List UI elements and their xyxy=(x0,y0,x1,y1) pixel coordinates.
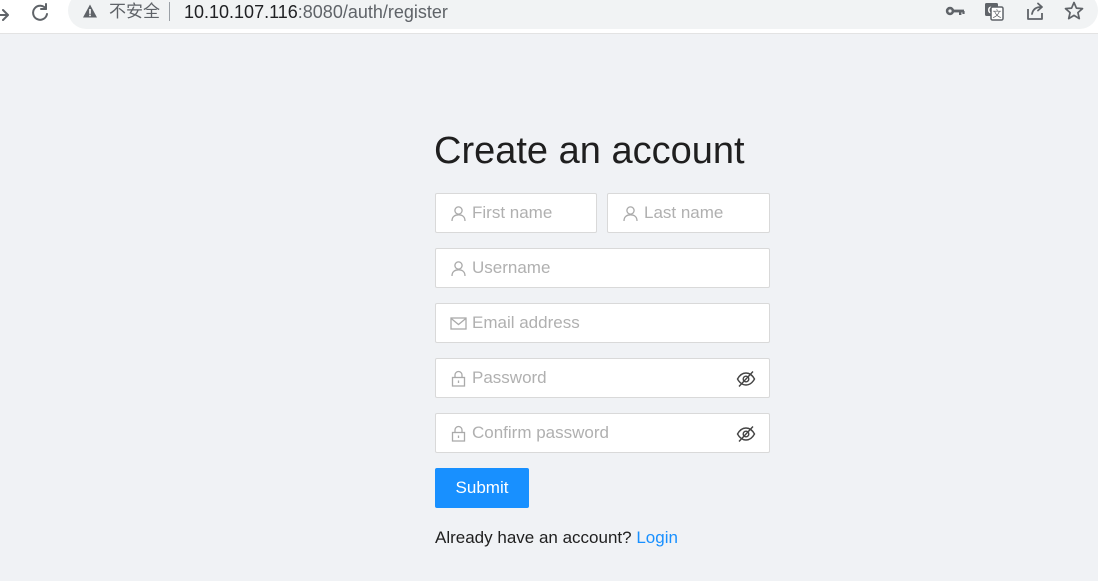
svg-text:文: 文 xyxy=(992,8,1001,19)
share-icon[interactable] xyxy=(1023,0,1047,23)
reload-icon[interactable] xyxy=(28,1,52,25)
browser-toolbar: 不安全 10.10.107.116:8080/auth/register G 文 xyxy=(0,0,1098,34)
divider xyxy=(169,2,170,21)
first-name-field[interactable] xyxy=(435,193,597,233)
lock-icon xyxy=(451,370,466,387)
username-input[interactable] xyxy=(472,249,762,287)
address-bar[interactable]: 不安全 10.10.107.116:8080/auth/register G 文 xyxy=(68,0,1098,29)
login-link[interactable]: Login xyxy=(636,528,678,547)
key-icon[interactable] xyxy=(943,0,967,23)
password-input[interactable] xyxy=(472,359,722,397)
star-icon[interactable] xyxy=(1062,0,1086,23)
email-input[interactable] xyxy=(472,304,762,342)
url-host: 10.10.107.116 xyxy=(184,2,298,22)
login-prompt-text: Already have an account? xyxy=(435,528,632,547)
page-title: Create an account xyxy=(434,130,745,172)
username-field[interactable] xyxy=(435,248,770,288)
last-name-field[interactable] xyxy=(607,193,770,233)
url-text[interactable]: 10.10.107.116:8080/auth/register xyxy=(184,3,448,21)
confirm-password-input[interactable] xyxy=(472,414,722,452)
password-field[interactable] xyxy=(435,358,770,398)
eye-invisible-icon[interactable] xyxy=(736,369,756,389)
user-icon xyxy=(451,261,466,277)
lock-icon xyxy=(451,425,466,442)
submit-button[interactable]: Submit xyxy=(435,468,529,508)
mail-icon xyxy=(450,317,467,330)
insecure-label[interactable]: 不安全 xyxy=(109,3,160,20)
first-name-input[interactable] xyxy=(472,194,592,232)
back-icon[interactable] xyxy=(0,3,16,27)
url-path: :8080/auth/register xyxy=(297,2,448,22)
email-field[interactable] xyxy=(435,303,770,343)
user-icon xyxy=(451,206,466,222)
eye-invisible-icon[interactable] xyxy=(736,424,756,444)
warning-icon[interactable] xyxy=(82,3,98,19)
login-prompt: Already have an account? Login xyxy=(435,527,678,549)
confirm-password-field[interactable] xyxy=(435,413,770,453)
translate-icon[interactable]: G 文 xyxy=(982,0,1006,23)
last-name-input[interactable] xyxy=(644,194,764,232)
user-icon xyxy=(623,206,638,222)
